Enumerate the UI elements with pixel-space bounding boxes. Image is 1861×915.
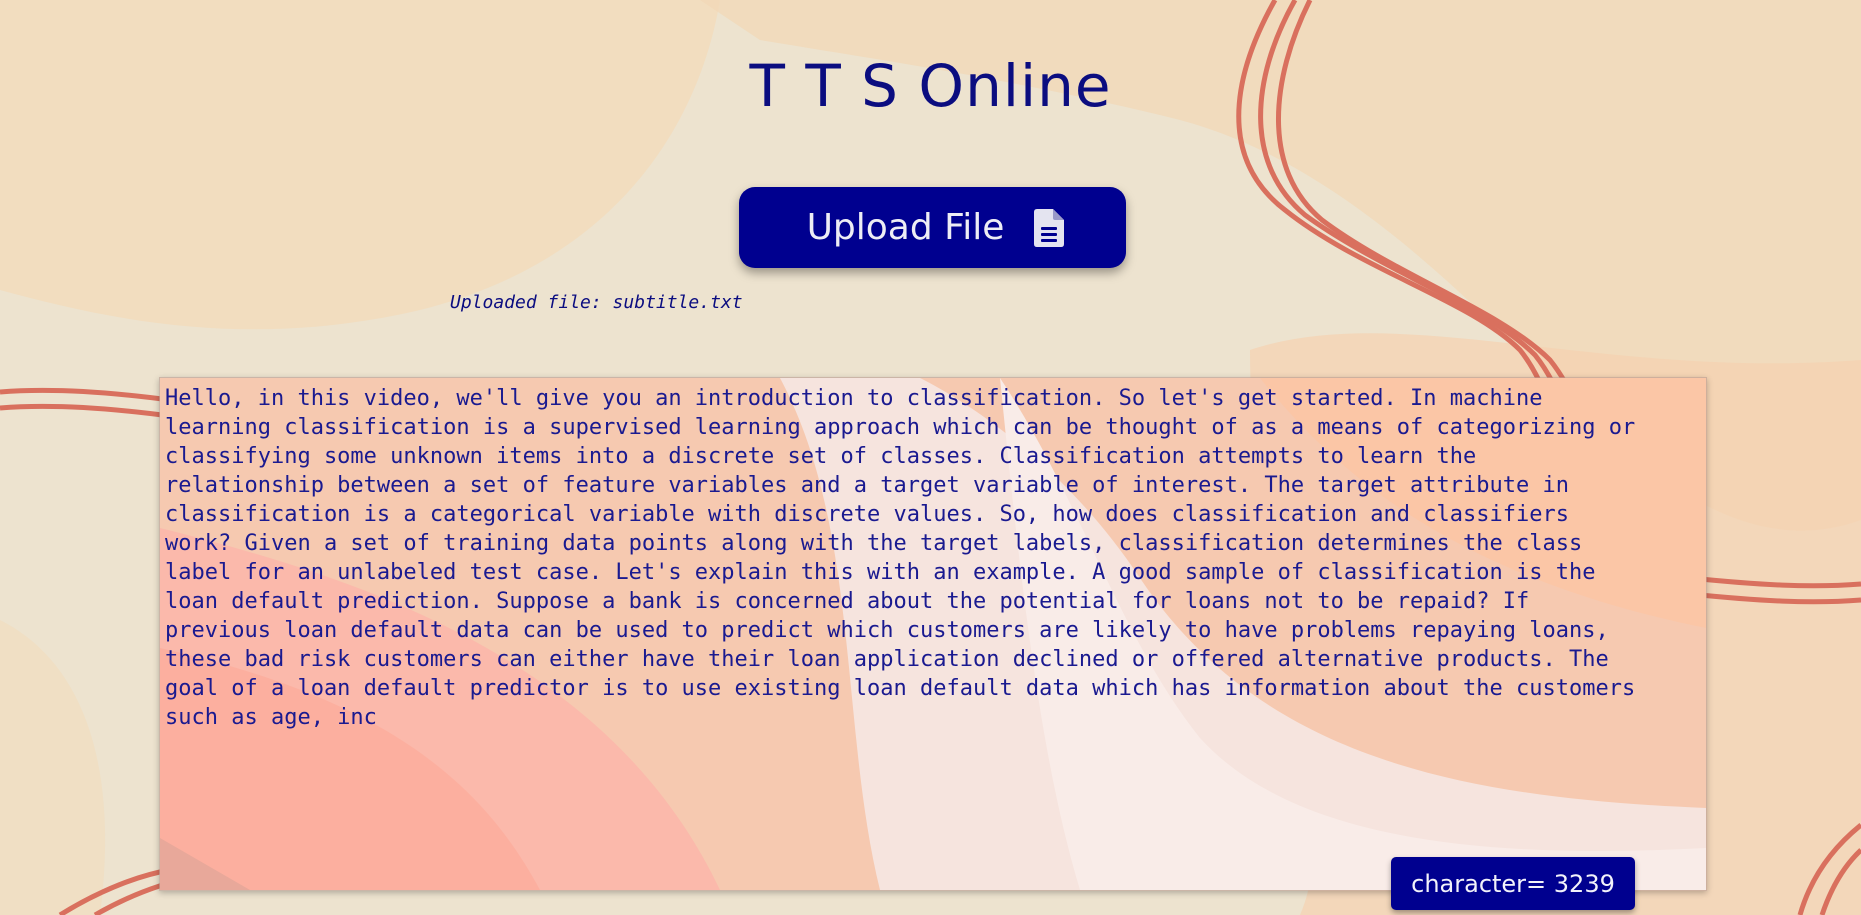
text-panel: Hello, in this video, we'll give you an … (159, 377, 1707, 891)
upload-file-button[interactable]: Upload File (739, 187, 1126, 268)
text-editor[interactable]: Hello, in this video, we'll give you an … (165, 384, 1701, 884)
file-text-icon (1034, 208, 1065, 247)
page-title: T T S Online (749, 52, 1112, 120)
uploaded-file-status: Uploaded file: subtitle.txt (450, 292, 743, 313)
upload-button-label: Upload File (806, 207, 1005, 248)
character-count-badge: character= 3239 (1391, 857, 1635, 910)
